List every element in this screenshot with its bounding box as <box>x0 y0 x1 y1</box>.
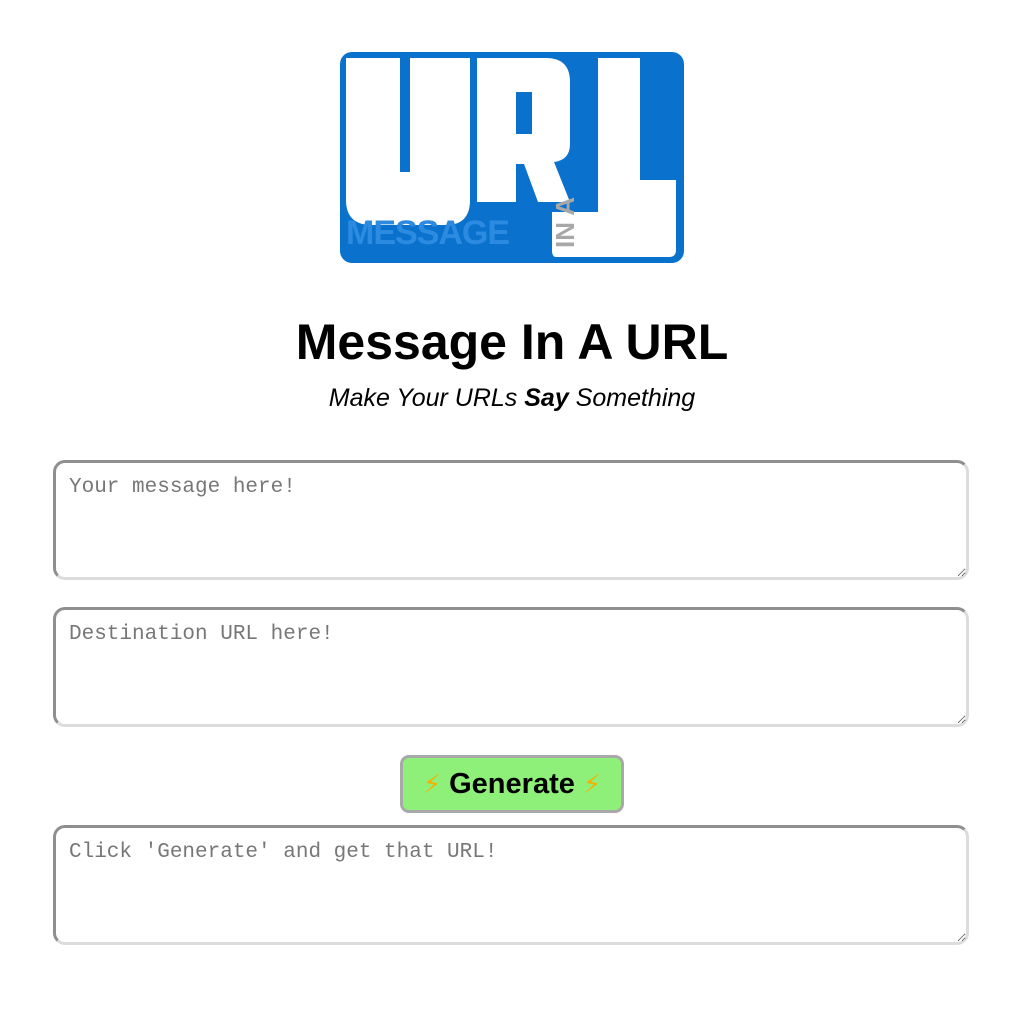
lightning-icon: ⚡ <box>582 768 602 799</box>
generated-url-output[interactable] <box>53 825 969 945</box>
subtitle-bold: Say <box>524 384 569 412</box>
message-input[interactable] <box>53 460 969 580</box>
destination-url-input[interactable] <box>53 607 969 727</box>
logo-image: MESSAGE IN A <box>340 52 684 263</box>
generate-button[interactable]: ⚡ Generate ⚡ <box>400 755 624 813</box>
subtitle-pre: Make Your URLs <box>328 384 525 412</box>
page: MESSAGE IN A Message In A URL Make Your … <box>0 0 1024 1024</box>
generate-button-label: Generate <box>449 767 575 800</box>
logo-in-a-text: IN A <box>550 197 580 248</box>
logo-message-text: MESSAGE <box>346 214 509 252</box>
page-title: Message In A URL <box>295 314 729 370</box>
lightning-icon: ⚡ <box>422 768 442 799</box>
page-subtitle: Make Your URLs Say Something <box>0 382 1024 414</box>
subtitle-post: Something <box>568 384 696 412</box>
logo: MESSAGE IN A <box>340 52 684 263</box>
